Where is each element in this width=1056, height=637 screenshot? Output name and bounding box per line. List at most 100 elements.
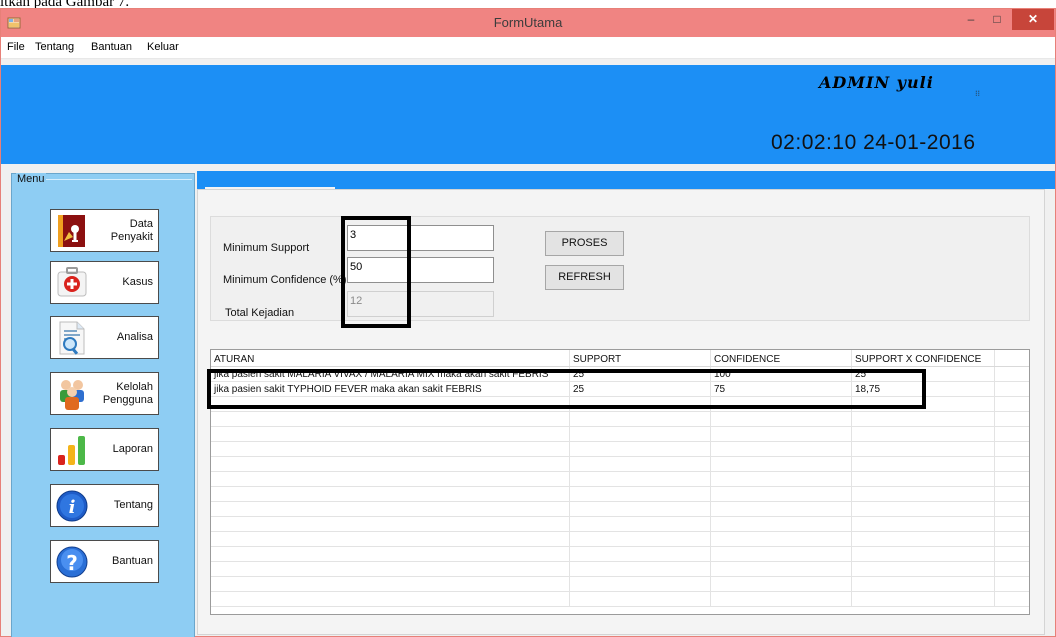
empty-cell [711, 547, 852, 561]
empty-cell [852, 442, 995, 456]
bar-chart-icon [58, 436, 85, 465]
empty-cell [995, 457, 1029, 471]
annotation-box-results [207, 369, 926, 409]
empty-cell [995, 517, 1029, 531]
minimize-button[interactable]: – [958, 9, 984, 30]
menu-file[interactable]: File [7, 41, 25, 53]
menu-tentang[interactable]: Tentang [35, 41, 74, 53]
empty-table-row [211, 562, 1029, 577]
sidebar-button-analisa[interactable]: Analisa [50, 316, 159, 359]
empty-cell [711, 412, 852, 426]
parameter-group: Minimum Support 3 Minimum Confidence (%)… [210, 216, 1030, 321]
empty-cell [852, 427, 995, 441]
form-utama-window: FormUtama – □ ✕ File Tentang Bantuan Kel… [0, 8, 1056, 637]
empty-cell [711, 487, 852, 501]
empty-cell [852, 502, 995, 516]
empty-cell [711, 427, 852, 441]
empty-cell [211, 517, 570, 531]
empty-cell [995, 487, 1029, 501]
admin-user-label: ADMIN yuli [819, 73, 934, 92]
empty-cell [995, 472, 1029, 486]
clock-display: 02:02:10 24-01-2016 [771, 131, 976, 154]
total-kejadian-label: Total Kejadian [225, 307, 295, 319]
sidebar-button-data-penyakit[interactable]: Data Penyakit [50, 209, 159, 252]
refresh-button[interactable]: REFRESH [545, 265, 624, 290]
sidebar-divider [46, 179, 192, 180]
column-header-support[interactable]: SUPPORT [570, 350, 711, 366]
menu-bar: File Tentang Bantuan Keluar [1, 37, 1055, 59]
empty-cell [852, 487, 995, 501]
sidebar-button-label: Analisa [116, 331, 153, 343]
book-icon [58, 215, 85, 247]
help-icon: ? [56, 546, 88, 578]
empty-cell [995, 427, 1029, 441]
sidebar-button-label: Tentang [113, 499, 153, 511]
close-button[interactable]: ✕ [1012, 9, 1054, 30]
sidebar-button-laporan[interactable]: Laporan [50, 428, 159, 471]
empty-cell [995, 592, 1029, 606]
empty-cell [211, 577, 570, 591]
empty-cell [711, 592, 852, 606]
empty-cell [570, 517, 711, 531]
empty-cell [570, 412, 711, 426]
document-text-fragment: itkan pada Gambar 7. [0, 0, 130, 8]
sidebar-button-label: Bantuan [112, 555, 153, 567]
empty-cell [570, 577, 711, 591]
sidebar-button-label: Laporan [112, 443, 153, 455]
sidebar-button-kelolah-pengguna[interactable]: Kelolah Pengguna [50, 372, 159, 415]
empty-cell [570, 532, 711, 546]
menu-keluar[interactable]: Keluar [147, 41, 179, 53]
empty-table-row [211, 472, 1029, 487]
empty-cell [211, 502, 570, 516]
empty-cell [570, 427, 711, 441]
window-title: FormUtama [493, 15, 563, 30]
sidebar-menu: Menu Data Penyakit Kasus Analisa Kelolah… [11, 173, 195, 637]
empty-cell [211, 532, 570, 546]
column-header-support-x-confidence[interactable]: SUPPORT X CONFIDENCE [852, 350, 995, 366]
empty-cell [211, 487, 570, 501]
empty-cell [852, 577, 995, 591]
empty-table-row [211, 502, 1029, 517]
empty-cell [211, 457, 570, 471]
maximize-button[interactable]: □ [984, 9, 1010, 30]
empty-cell [852, 547, 995, 561]
column-header-confidence[interactable]: CONFIDENCE [711, 350, 852, 366]
empty-cell [711, 472, 852, 486]
empty-cell [995, 412, 1029, 426]
svg-text:?: ? [66, 551, 78, 575]
empty-table-row [211, 487, 1029, 502]
empty-cell [852, 457, 995, 471]
empty-table-row [211, 532, 1029, 547]
empty-cell [570, 487, 711, 501]
empty-table-row [211, 592, 1029, 607]
sidebar-button-label: Kelolah Pengguna [102, 380, 153, 406]
sidebar-button-kasus[interactable]: Kasus [50, 261, 159, 304]
magnifier-document-icon [59, 321, 85, 355]
users-icon [60, 380, 84, 410]
empty-cell [995, 397, 1029, 411]
menu-bantuan[interactable]: Bantuan [91, 41, 132, 53]
empty-cell [995, 577, 1029, 591]
empty-cell [570, 592, 711, 606]
resize-grip-icon: ⁝⁝ [975, 89, 981, 98]
empty-cell [995, 547, 1029, 561]
header-banner: ADMIN yuli ⁝⁝ 02:02:10 24-01-2016 [1, 65, 1055, 164]
svg-text:i: i [69, 497, 76, 518]
sidebar-button-tentang[interactable]: i Tentang [50, 484, 159, 527]
column-header-aturan[interactable]: ATURAN [211, 350, 570, 366]
annotation-box-parameters [341, 216, 411, 328]
sidebar-button-bantuan[interactable]: ? Bantuan [50, 540, 159, 583]
empty-cell [995, 502, 1029, 516]
first-aid-icon [57, 267, 87, 297]
proses-button[interactable]: PROSES [545, 231, 624, 256]
empty-cell [852, 517, 995, 531]
empty-table-row [211, 412, 1029, 427]
empty-cell [570, 502, 711, 516]
empty-cell [211, 562, 570, 576]
empty-cell [211, 472, 570, 486]
empty-cell [211, 412, 570, 426]
min-support-label: Minimum Support [223, 242, 310, 254]
empty-cell [711, 532, 852, 546]
empty-cell [852, 472, 995, 486]
cell-blank [995, 367, 1029, 381]
